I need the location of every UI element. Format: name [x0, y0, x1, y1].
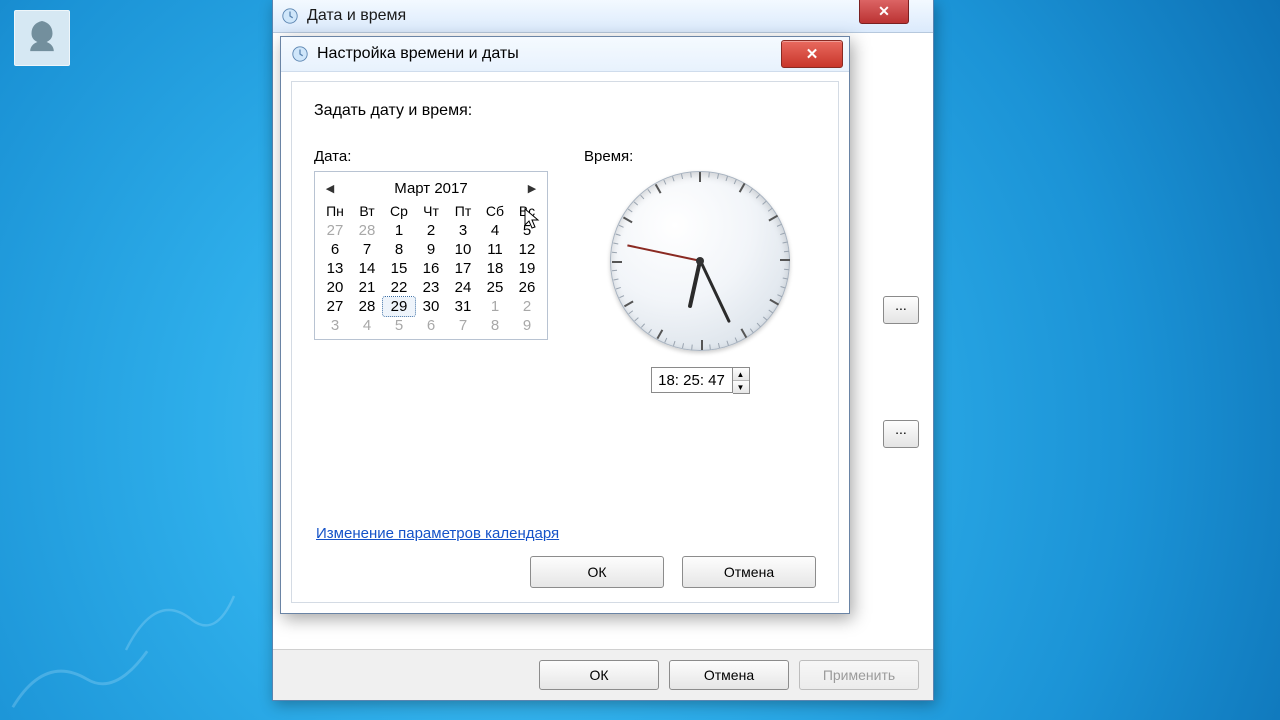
- parent-footer: ОК Отмена Применить: [273, 649, 933, 700]
- calendar-day[interactable]: 1: [479, 297, 511, 316]
- calendar-day[interactable]: 4: [351, 316, 383, 335]
- clock-panel-icon: [291, 45, 309, 63]
- calendar-day[interactable]: 5: [383, 316, 415, 335]
- parent-stub-button-2[interactable]: ...: [883, 420, 919, 448]
- calendar-day[interactable]: 31: [447, 297, 479, 316]
- child-titlebar[interactable]: Настройка времени и даты ✕: [281, 37, 849, 72]
- parent-apply-button: Применить: [799, 660, 919, 690]
- calendar-day[interactable]: 17: [447, 259, 479, 278]
- clock-hour-hand: [688, 261, 702, 309]
- parent-stub-button-1[interactable]: ...: [883, 296, 919, 324]
- calendar-dow-header: Вт: [351, 201, 383, 221]
- calendar-day[interactable]: 16: [415, 259, 447, 278]
- time-spin-up-button[interactable]: ▲: [733, 368, 749, 380]
- calendar-day[interactable]: 5: [511, 221, 543, 240]
- calendar-day[interactable]: 29: [383, 297, 415, 316]
- calendar-day[interactable]: 18: [479, 259, 511, 278]
- calendar-day[interactable]: 3: [319, 316, 351, 335]
- calendar-day[interactable]: 10: [447, 240, 479, 259]
- calendar-day[interactable]: 3: [447, 221, 479, 240]
- chevron-down-icon: ▼: [737, 383, 745, 392]
- calendar-next-month-button[interactable]: ▶: [525, 182, 539, 196]
- calendar-day[interactable]: 22: [383, 278, 415, 297]
- calendar-day[interactable]: 21: [351, 278, 383, 297]
- calendar-dow-header: Ср: [383, 201, 415, 221]
- calendar-day[interactable]: 27: [319, 297, 351, 316]
- chevron-right-icon: ▶: [528, 182, 536, 195]
- calendar-day[interactable]: 11: [479, 240, 511, 259]
- time-input[interactable]: [651, 367, 733, 393]
- chevron-up-icon: ▲: [737, 370, 745, 379]
- parent-close-button[interactable]: ✕: [859, 0, 909, 24]
- clock-second-hand: [627, 245, 700, 262]
- calendar-dow-header: Чт: [415, 201, 447, 221]
- calendar-day[interactable]: 8: [383, 240, 415, 259]
- desktop-shortcut-icon[interactable]: [14, 10, 70, 66]
- parent-titlebar[interactable]: Дата и время ✕: [273, 0, 933, 33]
- analog-clock: [610, 171, 790, 351]
- child-close-button[interactable]: ✕: [781, 40, 843, 68]
- calendar-settings-link[interactable]: Изменение параметров календаря: [316, 525, 559, 542]
- calendar-day[interactable]: 19: [511, 259, 543, 278]
- calendar-day[interactable]: 12: [511, 240, 543, 259]
- calendar-day[interactable]: 2: [511, 297, 543, 316]
- calendar-day[interactable]: 15: [383, 259, 415, 278]
- calendar-day[interactable]: 6: [319, 240, 351, 259]
- clock-panel-icon: [281, 7, 299, 25]
- chevron-left-icon: ◀: [326, 182, 334, 195]
- date-time-settings-dialog: Настройка времени и даты ✕ Задать дату и…: [280, 36, 850, 614]
- calendar-day[interactable]: 9: [415, 240, 447, 259]
- calendar-day[interactable]: 6: [415, 316, 447, 335]
- calendar-day[interactable]: 7: [351, 240, 383, 259]
- calendar-day[interactable]: 4: [479, 221, 511, 240]
- calendar-day[interactable]: 26: [511, 278, 543, 297]
- close-icon: ✕: [878, 3, 890, 20]
- time-spin-down-button[interactable]: ▼: [733, 380, 749, 393]
- calendar-dow-header: Сб: [479, 201, 511, 221]
- set-date-time-label: Задать дату и время:: [314, 102, 816, 120]
- parent-cancel-button[interactable]: Отмена: [669, 660, 789, 690]
- child-ok-button[interactable]: ОК: [530, 556, 664, 588]
- parent-ok-button[interactable]: ОК: [539, 660, 659, 690]
- calendar-month-label[interactable]: Март 2017: [394, 180, 467, 197]
- calendar-day[interactable]: 13: [319, 259, 351, 278]
- calendar-dow-header: Пт: [447, 201, 479, 221]
- time-spinner: ▲ ▼: [733, 367, 750, 394]
- calendar-day[interactable]: 7: [447, 316, 479, 335]
- close-icon: ✕: [806, 45, 819, 63]
- child-content: Задать дату и время: Дата: ◀ Март 2017 ▶…: [291, 81, 839, 603]
- calendar-day[interactable]: 1: [383, 221, 415, 240]
- calendar-day[interactable]: 9: [511, 316, 543, 335]
- time-label: Время:: [584, 148, 816, 165]
- calendar-dow-header: Вс: [511, 201, 543, 221]
- calendar-day[interactable]: 28: [351, 221, 383, 240]
- parent-window-title: Дата и время: [307, 7, 406, 25]
- date-label: Дата:: [314, 148, 546, 165]
- calendar-day[interactable]: 8: [479, 316, 511, 335]
- calendar: ◀ Март 2017 ▶ ПнВтСрЧтПтСбВс 27281234567…: [314, 171, 548, 340]
- calendar-day[interactable]: 30: [415, 297, 447, 316]
- calendar-day[interactable]: 2: [415, 221, 447, 240]
- calendar-prev-month-button[interactable]: ◀: [323, 182, 337, 196]
- calendar-day[interactable]: 20: [319, 278, 351, 297]
- clock-minute-hand: [699, 260, 731, 323]
- clock-pivot: [696, 257, 704, 265]
- calendar-day[interactable]: 14: [351, 259, 383, 278]
- calendar-day[interactable]: 25: [479, 278, 511, 297]
- child-cancel-button[interactable]: Отмена: [682, 556, 816, 588]
- calendar-day[interactable]: 24: [447, 278, 479, 297]
- calendar-dow-header: Пн: [319, 201, 351, 221]
- calendar-day[interactable]: 23: [415, 278, 447, 297]
- calendar-day[interactable]: 27: [319, 221, 351, 240]
- child-window-title: Настройка времени и даты: [317, 45, 519, 63]
- calendar-day[interactable]: 28: [351, 297, 383, 316]
